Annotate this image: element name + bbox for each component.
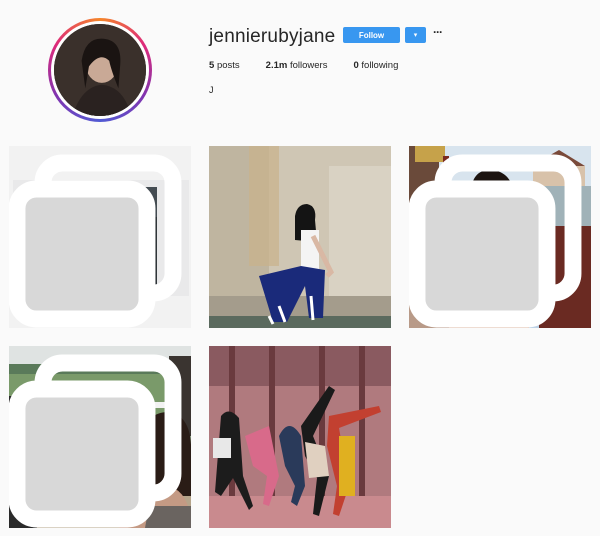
more-options-button[interactable]: ···: [433, 25, 443, 39]
posts-count: 5: [209, 60, 215, 71]
profile-stats: 5 posts 2.1m followers 0 following: [209, 60, 424, 71]
post-image: [209, 346, 391, 528]
post-polaroid[interactable]: [9, 146, 191, 328]
posts-stat: 5 posts: [209, 60, 240, 71]
following-label: following: [361, 60, 399, 71]
chevron-down-icon: ▾: [413, 32, 418, 39]
avatar-border: [51, 21, 149, 119]
ellipsis-icon: ···: [433, 25, 443, 39]
profile-avatar[interactable]: [54, 24, 146, 116]
multiple-photos-icon: [409, 154, 582, 328]
post-wall-portrait[interactable]: [209, 146, 391, 328]
post-group-dance[interactable]: [209, 346, 391, 528]
following-count: 0: [353, 60, 359, 71]
profile-avatar-ring[interactable]: [48, 18, 152, 122]
follow-button[interactable]: Follow: [343, 27, 400, 43]
posts-label: posts: [216, 60, 240, 71]
followers-stat[interactable]: 2.1m followers: [266, 60, 328, 71]
post-image: [209, 146, 391, 328]
multiple-photos-icon: [9, 354, 182, 528]
avatar-image: [54, 24, 146, 116]
profile-bio: J: [209, 85, 214, 95]
multiple-photos-icon: [9, 154, 182, 328]
post-carousel-ride[interactable]: [409, 146, 591, 328]
following-stat[interactable]: 0 following: [353, 60, 398, 71]
followers-label: followers: [289, 60, 328, 71]
follow-dropdown-button[interactable]: ▾: [405, 27, 426, 43]
profile-username: jennierubyjane: [209, 26, 336, 47]
post-racecourse[interactable]: [9, 346, 191, 528]
followers-count: 2.1m: [265, 60, 288, 71]
